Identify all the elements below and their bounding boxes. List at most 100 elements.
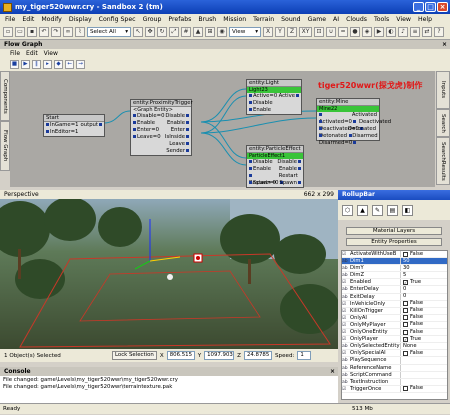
stop-icon[interactable]: ■ xyxy=(10,60,19,69)
property-checkbox[interactable] xyxy=(403,251,408,257)
search-results-tab[interactable]: SearchResults xyxy=(436,137,450,185)
node-light[interactable]: entity:Light Light23 Active=0 Active Disa… xyxy=(246,79,302,115)
viewport-label[interactable]: Perspective xyxy=(4,190,39,199)
property-row[interactable]: ab DimY 30 xyxy=(342,265,447,273)
view-dropdown[interactable]: View ▾ xyxy=(229,27,261,37)
selection-dropdown[interactable]: Select All ▾ xyxy=(87,27,131,37)
components-tab[interactable]: Components xyxy=(0,71,10,121)
new-icon[interactable]: ▫ xyxy=(3,27,13,37)
flowgraph-tab[interactable]: Flow Graph xyxy=(0,121,10,171)
property-value[interactable]: 5 xyxy=(400,272,447,279)
property-row[interactable]: ☑ KillOnTrigger False xyxy=(342,307,447,315)
maximize-button[interactable]: □ xyxy=(425,2,436,12)
axis-z-button[interactable]: Z xyxy=(287,27,297,37)
property-value[interactable]: False xyxy=(400,350,447,357)
property-value[interactable]: ✓ True xyxy=(400,336,447,343)
property-row[interactable]: ab DimZ 5 xyxy=(342,272,447,280)
back-icon[interactable]: ← xyxy=(65,60,74,69)
property-row[interactable]: ☑ OnlyOneEntity False xyxy=(342,329,447,337)
material-icon[interactable]: ◐ xyxy=(386,27,396,37)
menu-item-clouds[interactable]: Clouds xyxy=(346,16,367,23)
property-value[interactable]: ✓ True xyxy=(400,279,447,286)
property-value[interactable]: 30 xyxy=(400,265,447,272)
magnet-icon[interactable]: ∪ xyxy=(326,27,336,37)
property-row[interactable]: ☑ OnlySpecialAI False xyxy=(342,350,447,358)
menu-item-terrain[interactable]: Terrain xyxy=(253,16,274,23)
physics-icon[interactable]: ● xyxy=(350,27,360,37)
property-value[interactable]: None xyxy=(400,343,447,350)
move-icon[interactable]: ✥ xyxy=(145,27,155,37)
property-value[interactable]: 0 xyxy=(400,293,447,300)
z-coordinate-field[interactable]: 24.8785 xyxy=(243,351,272,360)
property-value[interactable]: 50 xyxy=(400,258,447,265)
search-tab[interactable]: Search xyxy=(436,109,450,137)
property-value[interactable]: False xyxy=(400,307,447,314)
forward-icon[interactable]: → xyxy=(76,60,85,69)
axis-xy-button[interactable]: XY xyxy=(299,27,312,37)
game-mode-icon[interactable]: ▶ xyxy=(374,27,384,37)
debug-icon[interactable]: ◆ xyxy=(54,60,63,69)
menu-item-ai[interactable]: AI xyxy=(333,16,339,23)
terrain-tab-icon[interactable]: ▲ xyxy=(357,204,368,216)
help-icon[interactable]: ? xyxy=(434,27,444,37)
property-row[interactable]: ab ScriptCommand xyxy=(342,371,447,379)
menu-item-display[interactable]: Display xyxy=(69,16,92,23)
layers-tab-icon[interactable]: ◧ xyxy=(402,204,413,216)
property-value[interactable] xyxy=(400,357,447,364)
y-coordinate-field[interactable]: 1097.903 xyxy=(204,351,235,360)
node-mine[interactable]: entity:Mine Mine22 Activated=0 Activated … xyxy=(316,98,391,146)
console-icon[interactable]: ≡ xyxy=(410,27,420,37)
minimize-button[interactable]: _ xyxy=(413,2,424,12)
lock-selection-button[interactable]: Lock Selection xyxy=(112,351,157,360)
menu-item-brush[interactable]: Brush xyxy=(198,16,216,23)
snap-icon[interactable]: # xyxy=(181,27,191,37)
menu-item-view[interactable]: View xyxy=(396,16,411,23)
inputs-tab[interactable]: Inputs xyxy=(436,71,450,109)
property-value[interactable]: False xyxy=(400,329,447,336)
property-value[interactable]: False xyxy=(400,321,447,329)
material-layers-button[interactable]: Material Layers xyxy=(346,227,442,235)
property-row[interactable]: ab TextInstruction xyxy=(342,378,447,386)
property-checkbox[interactable] xyxy=(403,322,408,328)
link-icon[interactable]: ∞ xyxy=(63,27,73,37)
property-row[interactable]: ☑ OnlyMyPlayer False xyxy=(342,321,447,330)
scale-icon[interactable]: ⤢ xyxy=(169,27,179,37)
play-icon[interactable]: ▶ xyxy=(21,60,30,69)
node-start[interactable]: Start InGame=1 output InEditor=1 xyxy=(43,114,105,137)
node-proximity-trigger[interactable]: entity:ProximityTrigger <Graph Entity> D… xyxy=(130,99,193,156)
grid-icon[interactable]: ⊞ xyxy=(205,27,215,37)
property-row[interactable]: ab Dim1 50 xyxy=(342,258,447,266)
undo-icon[interactable]: ↶ xyxy=(39,27,49,37)
menu-item-game[interactable]: Game xyxy=(308,16,326,23)
property-row[interactable]: ab ExitDelay 0 xyxy=(342,293,447,301)
speed-field[interactable]: 1 xyxy=(297,351,312,360)
property-value[interactable]: 0 xyxy=(400,286,447,293)
property-row[interactable]: ab EnterDelay 0 xyxy=(342,286,447,294)
property-row[interactable]: ☑ OnlyAI False xyxy=(342,314,447,322)
menu-item-tools[interactable]: Tools xyxy=(374,16,389,23)
ai-icon[interactable]: ◈ xyxy=(362,27,372,37)
perspective-viewport[interactable] xyxy=(0,199,338,349)
flowgraph-icon[interactable]: ⇄ xyxy=(422,27,432,37)
menu-item-help[interactable]: Help xyxy=(418,16,432,23)
property-value[interactable]: False xyxy=(400,300,447,307)
menu-item-edit[interactable]: Edit xyxy=(22,16,34,23)
camera-icon[interactable]: ◉ xyxy=(217,27,227,37)
menu-item-prefabs[interactable]: Prefabs xyxy=(168,16,191,23)
fg-menu-file[interactable]: File xyxy=(10,49,20,58)
property-checkbox[interactable] xyxy=(403,329,408,335)
property-row[interactable]: ☑ Enabled ✓ True xyxy=(342,279,447,287)
property-value[interactable]: False xyxy=(400,385,447,392)
property-row[interactable]: ab ReferenceName xyxy=(342,364,447,372)
property-checkbox[interactable]: ✓ xyxy=(403,279,408,285)
property-checkbox[interactable] xyxy=(403,315,408,321)
select-icon[interactable]: ↖ xyxy=(133,27,143,37)
lock-icon[interactable]: ⊡ xyxy=(314,27,324,37)
property-value[interactable] xyxy=(400,364,447,371)
open-icon[interactable]: ▭ xyxy=(15,27,25,37)
pause-icon[interactable]: ‖ xyxy=(32,60,41,69)
step-icon[interactable]: ▸ xyxy=(43,60,52,69)
save-icon[interactable]: ▪ xyxy=(27,27,37,37)
rotate-icon[interactable]: ↻ xyxy=(157,27,167,37)
display-tab-icon[interactable]: ▤ xyxy=(387,204,398,216)
